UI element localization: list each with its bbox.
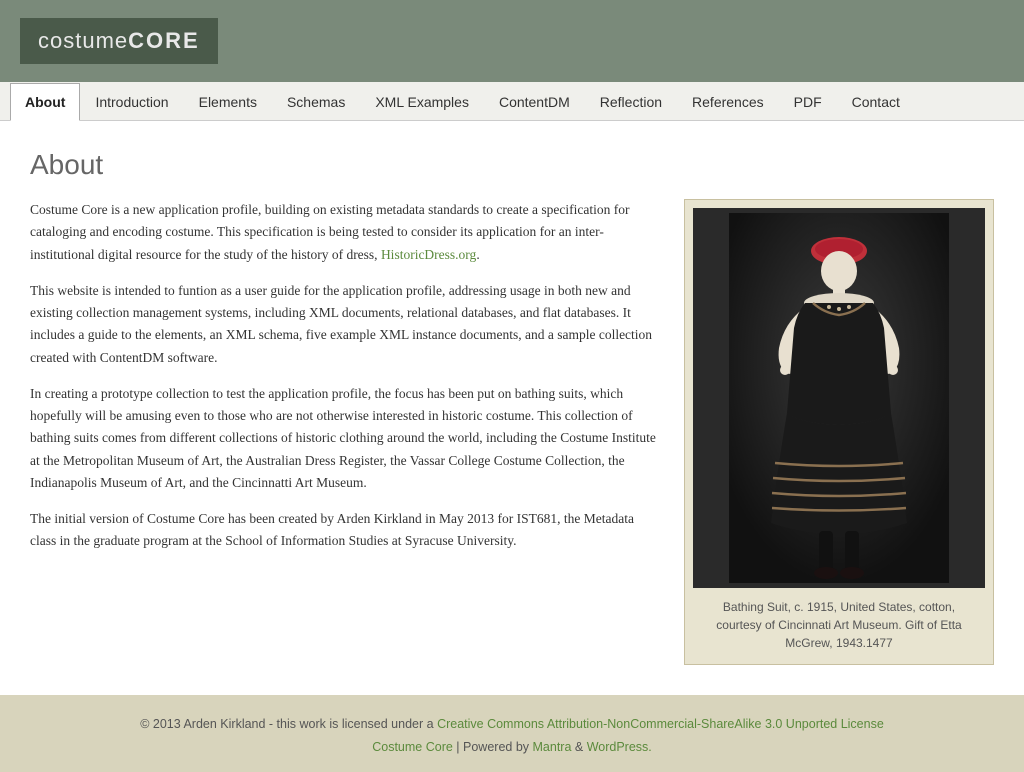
tab-contentdm[interactable]: ContentDM [484, 82, 585, 120]
about-text: Costume Core is a new application profil… [30, 199, 656, 567]
paragraph-1: Costume Core is a new application profil… [30, 199, 656, 266]
page-title: About [30, 149, 994, 181]
tab-xml-examples[interactable]: XML Examples [360, 82, 484, 120]
main-content: About Costume Core is a new application … [0, 121, 1024, 695]
paragraph-4: The initial version of Costume Core has … [30, 508, 656, 553]
paragraph-2: This website is intended to funtion as a… [30, 280, 656, 369]
tab-schemas[interactable]: Schemas [272, 82, 360, 120]
site-footer: © 2013 Arden Kirkland - this work is lic… [0, 695, 1024, 772]
image-panel: Bathing Suit, c. 1915, United States, co… [684, 199, 994, 665]
logo[interactable]: costumeCORE [20, 18, 218, 64]
main-nav: About Introduction Elements Schemas XML … [0, 82, 1024, 121]
tab-about[interactable]: About [10, 83, 80, 121]
tab-references[interactable]: References [677, 82, 779, 120]
content-wrapper: Costume Core is a new application profil… [30, 199, 994, 665]
footer-copyright: © 2013 Arden Kirkland - this work is lic… [140, 717, 433, 731]
image-caption: Bathing Suit, c. 1915, United States, co… [693, 588, 985, 664]
footer-powered-text: | Powered by [456, 740, 532, 754]
costume-image [693, 208, 985, 588]
tab-contact[interactable]: Contact [837, 82, 915, 120]
site-header: costumeCORE [0, 0, 1024, 82]
tab-pdf[interactable]: PDF [779, 82, 837, 120]
logo-core-text: CORE [128, 28, 200, 54]
footer-mantra-link[interactable]: Mantra [533, 740, 572, 754]
historicdress-link[interactable]: HistoricDress.org [381, 247, 476, 262]
tab-introduction[interactable]: Introduction [80, 82, 183, 120]
footer-and-text: & [575, 740, 587, 754]
footer-costume-core-link[interactable]: Costume Core [372, 740, 453, 754]
costume-svg [729, 213, 949, 583]
paragraph-3: In creating a prototype collection to te… [30, 383, 656, 494]
footer-license-link[interactable]: Creative Commons Attribution-NonCommerci… [437, 717, 884, 731]
footer-wordpress-link[interactable]: WordPress. [587, 740, 652, 754]
tab-reflection[interactable]: Reflection [585, 82, 677, 120]
footer-powered-line: Costume Core | Powered by Mantra & WordP… [10, 736, 1014, 759]
tab-elements[interactable]: Elements [184, 82, 272, 120]
logo-costume-text: costume [38, 28, 128, 54]
footer-license-line: © 2013 Arden Kirkland - this work is lic… [10, 713, 1014, 736]
